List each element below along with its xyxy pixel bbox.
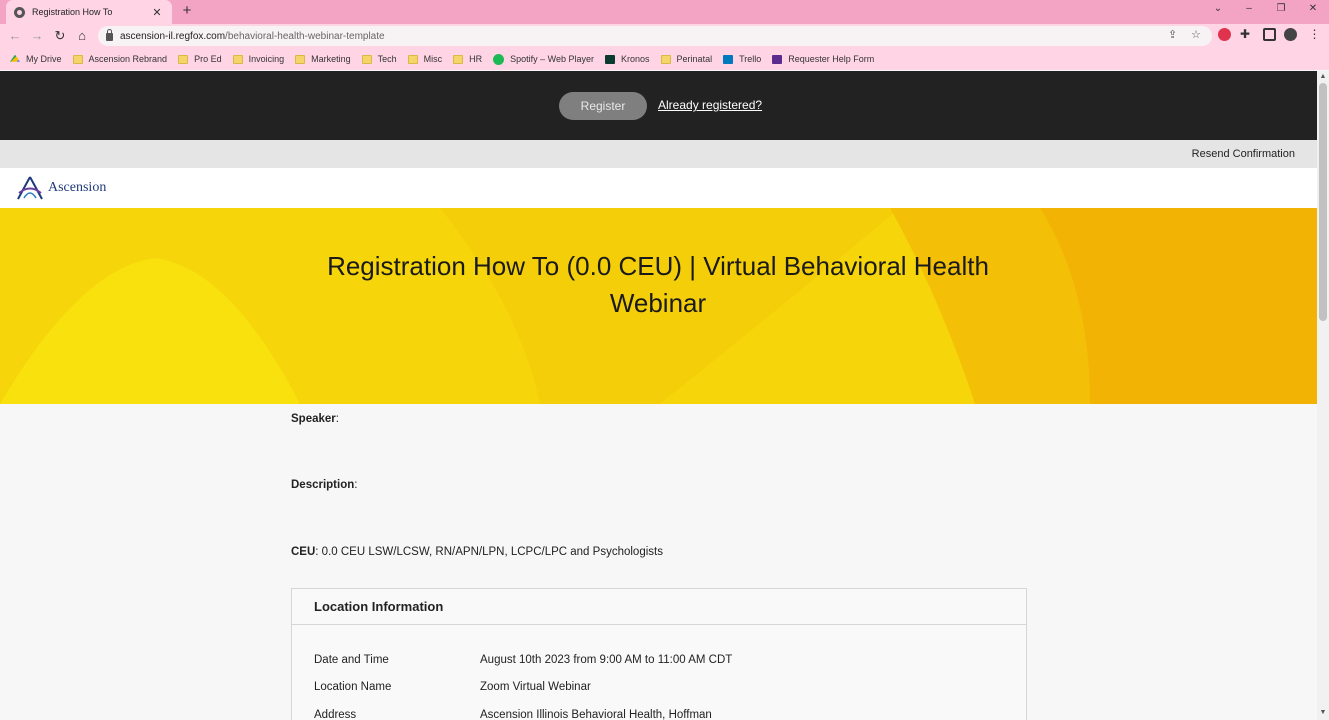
ceu-value: 0.0 CEU LSW/LCSW, RN/APN/LPN, LCPC/LPC a… (321, 546, 663, 558)
location-card: Location Information Date and Time Augus… (291, 588, 1027, 720)
folder-icon (178, 54, 189, 64)
folder-icon (295, 54, 306, 64)
avatar[interactable] (1284, 28, 1297, 41)
browser-toolbar: ← → ↻ ⌂ ascension-il.regfox.com/behavior… (0, 24, 1329, 48)
location-row-label: Date and Time (314, 654, 389, 666)
tab-search-icon[interactable]: ⌄ (1210, 3, 1226, 14)
form-icon (772, 54, 783, 64)
register-button[interactable]: Register (559, 92, 647, 120)
back-icon[interactable]: ← (7, 27, 23, 45)
scroll-up-icon[interactable]: ▲ (1317, 73, 1329, 80)
description-label: Description (291, 479, 355, 491)
forward-icon[interactable]: → (29, 27, 45, 45)
ascension-logo[interactable]: Ascension (16, 176, 106, 200)
speaker-label: Speaker (291, 413, 336, 425)
bookmark-label: Invoicing (248, 54, 285, 64)
bookmark-perinatal[interactable]: Perinatal (660, 54, 713, 64)
bookmark-pro-ed[interactable]: Pro Ed (178, 54, 222, 64)
bookmark-my-drive[interactable]: My Drive (10, 54, 62, 64)
folder-icon (407, 54, 418, 64)
puzzle-icon[interactable]: ✚ (1240, 28, 1253, 41)
ceu-label: CEU (291, 546, 316, 558)
folder-icon (72, 54, 83, 64)
logo-bar: Ascension (0, 168, 1317, 208)
menu-icon[interactable]: ⋮ (1308, 28, 1321, 41)
address-bar[interactable]: ascension-il.regfox.com/behavioral-healt… (98, 26, 1212, 46)
globe-icon (14, 6, 25, 18)
ascension-logo-icon (17, 176, 43, 200)
scroll-down-icon[interactable]: ▼ (1317, 709, 1329, 716)
folder-icon (361, 54, 372, 64)
bookmark-label: Kronos (621, 54, 650, 64)
lock-icon[interactable] (106, 29, 113, 41)
bookmark-label: My Drive (26, 54, 62, 64)
bookmark-label: Tech (377, 54, 397, 64)
browser-tab-bar: Registration How To ✕ + ⌄ – ❐ ✕ (0, 0, 1329, 24)
scrollbar-thumb[interactable] (1319, 83, 1327, 321)
tab-title: Registration How To (32, 7, 113, 17)
logo-text: Ascension (48, 180, 107, 195)
bookmark-label: Perinatal (676, 54, 713, 64)
location-row-label: Location Name (314, 681, 392, 693)
bookmark-ascension-rebrand[interactable]: Ascension Rebrand (72, 54, 168, 64)
bookmark-star-icon[interactable]: ☆ (1191, 28, 1201, 41)
folder-icon (453, 54, 464, 64)
drive-icon (10, 54, 20, 62)
trello-icon (723, 54, 734, 64)
description-field: Description: (291, 479, 358, 491)
bookmark-label: Trello (739, 54, 762, 64)
hero-banner: Registration How To (0.0 CEU) | Virtual … (0, 208, 1317, 404)
resend-bar: Resend Confirmation (0, 140, 1317, 168)
spotify-icon (493, 53, 505, 65)
bookmark-tech[interactable]: Tech (361, 54, 397, 64)
location-row-value: August 10th 2023 from 9:00 AM to 11:00 A… (480, 654, 733, 666)
url-host: ascension-il.regfox.com (120, 30, 226, 42)
share-icon[interactable]: ⇪ (1168, 28, 1177, 41)
location-row-label: Address (314, 709, 357, 720)
side-panel-icon[interactable] (1263, 28, 1276, 41)
bookmark-label: Ascension Rebrand (88, 54, 168, 64)
bookmark-kronos[interactable]: Kronos (605, 54, 650, 64)
page-scrollbar[interactable]: ▲ ▼ (1317, 71, 1329, 720)
bookmark-label: Pro Ed (194, 54, 222, 64)
bookmark-label: Marketing (311, 54, 351, 64)
bookmark-requester-help-form[interactable]: Requester Help Form (772, 54, 874, 64)
bookmark-misc[interactable]: Misc (407, 54, 443, 64)
bookmark-label: Spotify – Web Player (510, 54, 595, 64)
bookmark-hr[interactable]: HR (453, 54, 482, 64)
registration-bar: Register Already registered? (0, 71, 1317, 140)
bookmark-label: Misc (423, 54, 443, 64)
minimize-icon[interactable]: – (1241, 3, 1257, 14)
new-tab-icon[interactable]: + (179, 2, 195, 19)
bookmark-invoicing[interactable]: Invoicing (232, 54, 285, 64)
window-close-icon[interactable]: ✕ (1305, 3, 1321, 14)
event-title: Registration How To (0.0 CEU) | Virtual … (327, 251, 989, 318)
already-registered-link[interactable]: Already registered? (658, 98, 762, 112)
resend-confirmation-link[interactable]: Resend Confirmation (1192, 148, 1295, 160)
bookmarks-bar: My Drive Ascension Rebrand Pro Ed Invoic… (0, 48, 1329, 70)
reload-icon[interactable]: ↻ (52, 27, 68, 45)
close-tab-icon[interactable]: ✕ (150, 6, 164, 19)
restore-icon[interactable]: ❐ (1273, 3, 1289, 14)
folder-icon (232, 54, 243, 64)
browser-tab[interactable]: Registration How To ✕ (6, 0, 172, 24)
bookmark-label: Requester Help Form (788, 54, 875, 64)
bookmark-trello[interactable]: Trello (723, 54, 761, 64)
ceu-field: CEU: 0.0 CEU LSW/LCSW, RN/APN/LPN, LCPC/… (291, 546, 663, 558)
bookmark-marketing[interactable]: Marketing (295, 54, 351, 64)
bookmark-label: HR (469, 54, 483, 64)
location-heading: Location Information (292, 589, 1026, 625)
kronos-icon (605, 54, 616, 64)
folder-icon (660, 54, 671, 64)
home-icon[interactable]: ⌂ (74, 27, 90, 45)
location-row-value: Zoom Virtual Webinar (480, 681, 591, 693)
location-row-value: Ascension Illinois Behavioral Health, Ho… (480, 709, 712, 720)
web-page: Register Already registered? Resend Conf… (0, 71, 1317, 720)
bookmark-spotify[interactable]: Spotify – Web Player (493, 53, 595, 65)
url-path: /behavioral-health-webinar-template (225, 30, 385, 42)
speaker-field: Speaker: (291, 413, 339, 425)
extension-icon[interactable] (1218, 28, 1231, 41)
